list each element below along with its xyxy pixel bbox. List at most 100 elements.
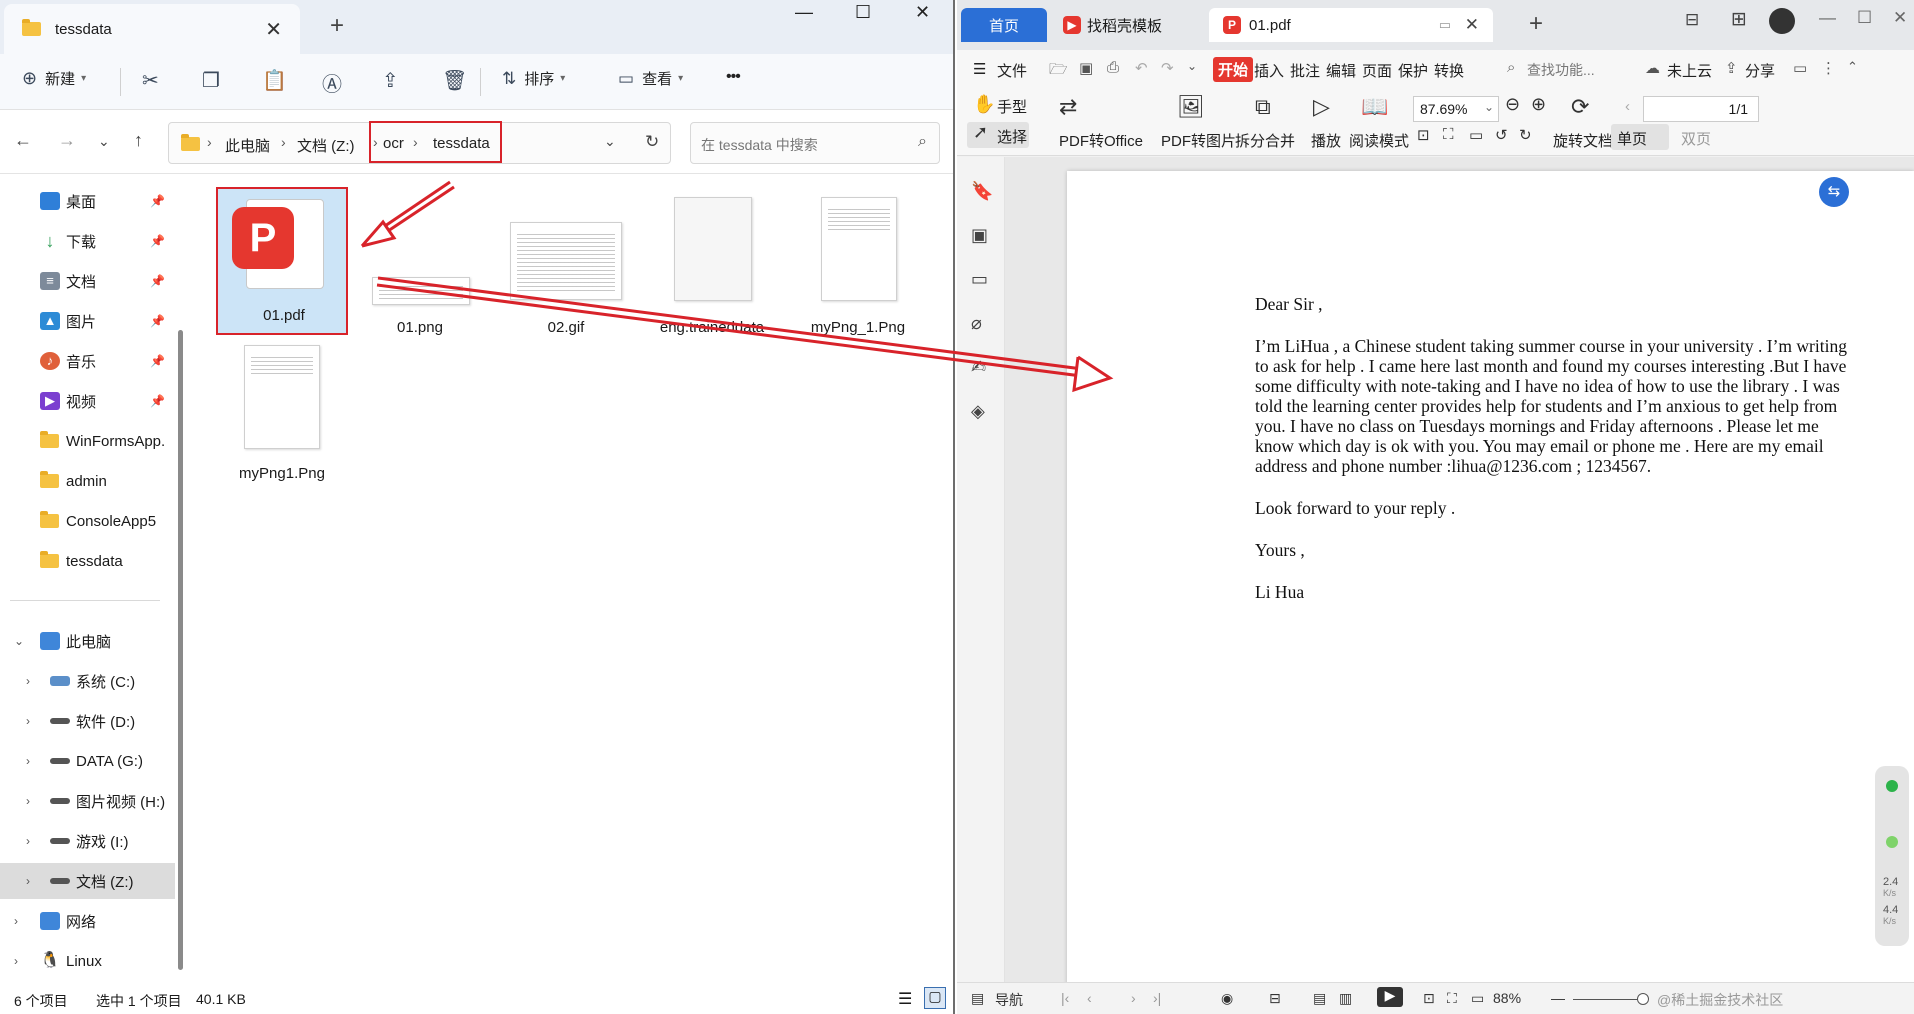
grid-apps-icon[interactable]: ⊞ bbox=[1731, 8, 1747, 31]
page-number-input[interactable]: 1/1 bbox=[1643, 96, 1759, 122]
chevron-right-icon[interactable]: › bbox=[26, 874, 30, 888]
menu-page[interactable]: 页面 bbox=[1362, 60, 1392, 81]
first-page-icon[interactable]: |‹ bbox=[1061, 990, 1069, 1006]
avatar[interactable] bbox=[1769, 8, 1795, 34]
rotate-document-button[interactable]: 旋转文档 bbox=[1553, 130, 1613, 151]
fit-width-icon[interactable]: ▭ bbox=[1471, 990, 1484, 1007]
minimize-button[interactable]: — bbox=[1819, 8, 1836, 28]
zoom-out-icon[interactable]: ⊖ bbox=[1505, 94, 1520, 115]
maximize-button[interactable]: ☐ bbox=[1857, 8, 1872, 28]
collapse-ribbon-icon[interactable]: ⌃ bbox=[1847, 59, 1858, 75]
file-item-02-gif[interactable]: 02.gif bbox=[496, 187, 636, 337]
close-window-button[interactable]: ✕ bbox=[915, 2, 930, 23]
breadcrumb-drive-z[interactable]: 文档 (Z:) bbox=[297, 135, 355, 156]
play-slideshow-icon[interactable]: ▶ bbox=[1377, 987, 1403, 1007]
zoom-in-icon[interactable]: ⊕ bbox=[1531, 94, 1546, 115]
address-dropdown-icon[interactable]: ⌄ bbox=[604, 133, 616, 150]
cloud-status[interactable]: 未上云 bbox=[1667, 60, 1712, 81]
hand-tool[interactable]: 手型 bbox=[997, 96, 1027, 117]
up-arrow-icon[interactable]: ↑ bbox=[134, 130, 143, 151]
search-icon[interactable]: ⌕ bbox=[1507, 59, 1515, 76]
layers-icon[interactable]: ◈ bbox=[971, 401, 985, 422]
pin-icon[interactable]: 📌 bbox=[150, 194, 165, 208]
tab-template[interactable]: ▶ 找稻壳模板 bbox=[1053, 8, 1203, 42]
chevron-down-icon[interactable]: ⌄ bbox=[14, 634, 24, 648]
new-tab-button[interactable]: + bbox=[1529, 10, 1543, 38]
chevron-right-icon[interactable]: › bbox=[14, 914, 18, 928]
close-window-button[interactable]: ✕ bbox=[1893, 8, 1907, 28]
refresh-icon[interactable]: ↻ bbox=[645, 132, 659, 152]
sidebar-scrollbar[interactable] bbox=[178, 330, 183, 970]
view-button[interactable]: ▭ 查看 ▾ bbox=[618, 68, 683, 89]
chevron-right-icon[interactable]: › bbox=[26, 794, 30, 808]
sidebar-item-consoleapp5[interactable]: ConsoleApp5 bbox=[0, 503, 175, 539]
zoom-slider-handle[interactable] bbox=[1637, 993, 1649, 1005]
attachment-icon[interactable]: ⌀ bbox=[971, 313, 982, 334]
quick-access-dropdown-icon[interactable]: ⌄ bbox=[1187, 59, 1197, 73]
rotate-left-icon[interactable]: ↺ bbox=[1495, 126, 1508, 144]
file-item-eng-traineddata[interactable]: eng.traineddata bbox=[642, 187, 782, 337]
sidebar-item-drive-d[interactable]: › 软件 (D:) bbox=[0, 703, 175, 739]
share-icon[interactable]: ⇪ bbox=[382, 68, 399, 93]
menu-file[interactable]: 文件 bbox=[997, 60, 1027, 81]
pdf-to-image-button[interactable]: PDF转图片 bbox=[1161, 130, 1236, 151]
forward-arrow-icon[interactable]: → bbox=[58, 130, 76, 151]
sort-button[interactable]: ⇅ 排序 ▾ bbox=[502, 68, 565, 89]
play-button[interactable]: 播放 bbox=[1311, 130, 1341, 151]
zoom-level[interactable]: 88% bbox=[1493, 990, 1521, 1006]
navigation-icon[interactable]: ▤ bbox=[971, 990, 984, 1007]
thumbnail-icon[interactable]: ▣ bbox=[971, 225, 988, 246]
pin-icon[interactable]: 📌 bbox=[150, 274, 165, 288]
save-icon[interactable]: ▣ bbox=[1079, 59, 1093, 77]
document-viewport[interactable]: Dear Sir , I’m LiHua , a Chinese student… bbox=[1005, 157, 1914, 991]
page-layout-icon[interactable]: ⊟ bbox=[1269, 990, 1281, 1007]
last-page-icon[interactable]: ›| bbox=[1153, 990, 1161, 1006]
comment-icon[interactable]: ▭ bbox=[1793, 59, 1807, 77]
sidebar-item-network[interactable]: › 网络 bbox=[0, 903, 175, 939]
zoom-slider-track[interactable] bbox=[1573, 999, 1643, 1000]
split-merge-button[interactable]: 拆分合并 bbox=[1235, 130, 1295, 151]
new-button[interactable]: ⊕ 新建 ▾ bbox=[22, 68, 86, 89]
maximize-button[interactable]: ☐ bbox=[855, 2, 871, 23]
menu-start[interactable]: 开始 bbox=[1213, 57, 1254, 82]
recent-chevron-icon[interactable]: ⌄ bbox=[98, 133, 110, 150]
fit-page-icon[interactable]: ⛶ bbox=[1447, 990, 1457, 1007]
back-arrow-icon[interactable]: ← bbox=[14, 130, 32, 151]
sidebar-item-drive-h[interactable]: › 图片视频 (H:) bbox=[0, 783, 175, 819]
rename-icon[interactable]: Ⓐ bbox=[322, 68, 342, 97]
sidebar-item-tessdata[interactable]: tessdata bbox=[0, 543, 175, 579]
file-item-01-pdf[interactable]: P 01.pdf bbox=[216, 187, 348, 335]
single-page-button[interactable]: 单页 bbox=[1617, 128, 1647, 149]
more-options-button[interactable]: ••• bbox=[726, 68, 741, 86]
comment-icon[interactable]: ▭ bbox=[971, 269, 988, 290]
tab-home[interactable]: 首页 bbox=[961, 8, 1047, 42]
search-icon[interactable]: ⌕ bbox=[918, 133, 927, 151]
previous-page-icon[interactable]: ‹ bbox=[1625, 98, 1630, 115]
redo-icon[interactable]: ↷ bbox=[1161, 59, 1174, 77]
chevron-right-icon[interactable]: › bbox=[26, 834, 30, 848]
bookmark-icon[interactable]: 🔖 bbox=[971, 181, 993, 202]
sidebar-item-admin[interactable]: admin bbox=[0, 463, 175, 499]
layout-icon[interactable]: ⊟ bbox=[1685, 10, 1699, 30]
zoom-out-icon[interactable]: — bbox=[1551, 990, 1565, 1006]
read-mode-button[interactable]: 阅读模式 bbox=[1349, 130, 1409, 151]
close-tab-icon[interactable]: ✕ bbox=[1465, 15, 1479, 35]
sidebar-item-music[interactable]: ♪ 音乐 📌 bbox=[0, 343, 175, 379]
tiles-view-icon[interactable]: ▢ bbox=[924, 987, 946, 1009]
sidebar-item-drive-c[interactable]: › 系统 (C:) bbox=[0, 663, 175, 699]
paste-icon[interactable]: 📋 bbox=[262, 68, 287, 93]
sidebar-item-this-pc[interactable]: ⌄ 此电脑 bbox=[0, 623, 175, 659]
pin-icon[interactable]: 📌 bbox=[150, 354, 165, 368]
sidebar-item-drive-z[interactable]: › 文档 (Z:) bbox=[0, 863, 175, 899]
menu-edit[interactable]: 编辑 bbox=[1326, 60, 1356, 81]
fit-width-icon[interactable]: ▭ bbox=[1469, 126, 1483, 144]
hamburger-menu-icon[interactable]: ☰ bbox=[973, 60, 986, 78]
tab-window-icon[interactable]: ▭ bbox=[1439, 17, 1451, 33]
chevron-right-icon[interactable]: › bbox=[26, 714, 30, 728]
pin-icon[interactable]: 📌 bbox=[150, 234, 165, 248]
menu-annotate[interactable]: 批注 bbox=[1290, 60, 1320, 81]
pin-icon[interactable]: 📌 bbox=[150, 394, 165, 408]
menu-protect[interactable]: 保护 bbox=[1398, 60, 1428, 81]
file-item-mypng-1-underscore[interactable]: myPng_1.Png bbox=[788, 187, 928, 337]
menu-convert[interactable]: 转换 bbox=[1434, 60, 1464, 81]
